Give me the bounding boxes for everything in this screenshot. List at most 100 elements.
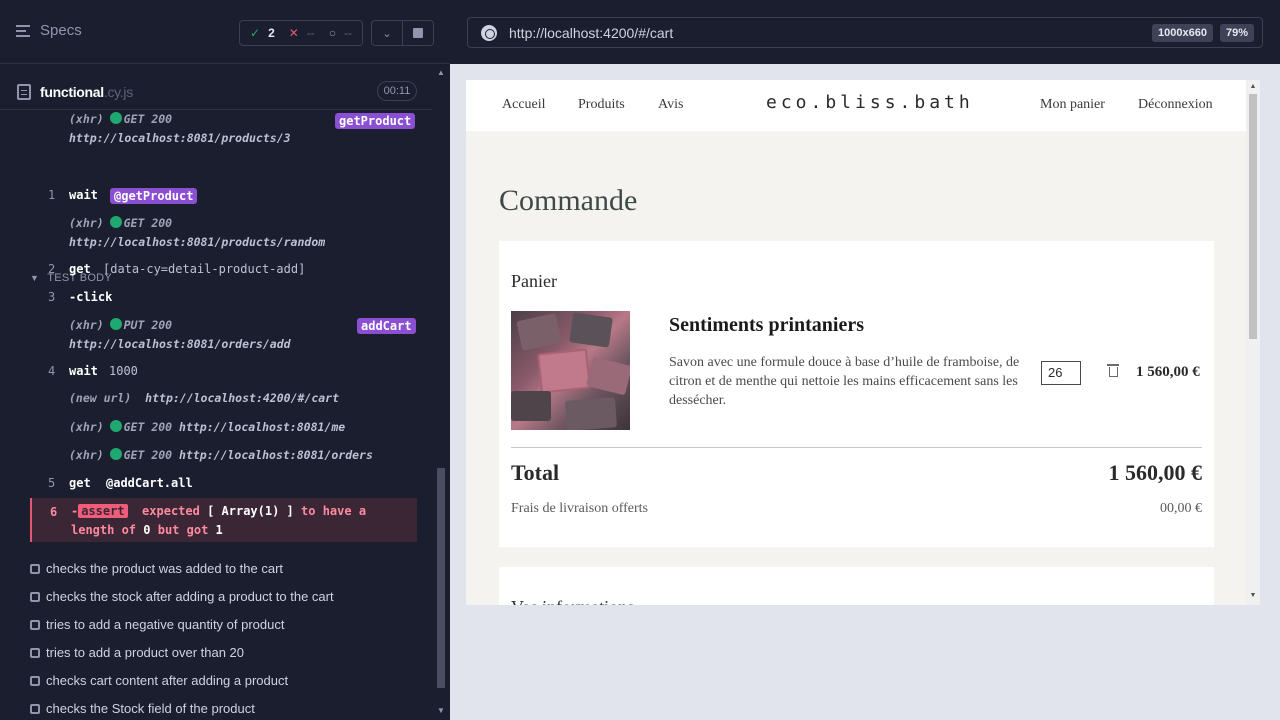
- specs-label: Specs: [40, 22, 82, 39]
- command-number: 3: [48, 290, 56, 304]
- status-dot: [109, 318, 122, 330]
- scrollbar-thumb[interactable]: [1249, 94, 1257, 339]
- test-title: checks the product was added to the cart: [46, 561, 284, 576]
- spinner-icon: ○: [328, 26, 337, 40]
- file-icon: [17, 84, 31, 100]
- stop-icon: [413, 28, 423, 38]
- pending-test-icon: [30, 703, 40, 714]
- status-dot: [109, 112, 122, 124]
- command-name: -click: [69, 290, 113, 304]
- pending-test-icon: [30, 563, 40, 574]
- nav-link-reviews[interactable]: Avis: [658, 97, 683, 113]
- app-preview: http://localhost:4200/#/cart 1000x660 79…: [450, 0, 1280, 720]
- spec-file-name: functional.cy.js: [40, 84, 133, 100]
- nav-link-home[interactable]: Accueil: [502, 97, 546, 113]
- zoom-badge: 79%: [1220, 24, 1255, 42]
- test-item[interactable]: checks cart content after adding a produ…: [30, 673, 288, 688]
- info-card-title: Vos informations: [511, 597, 634, 605]
- alias-badge: @getProduct: [110, 188, 198, 204]
- command-number: 6: [50, 505, 58, 519]
- product-name[interactable]: Sentiments printaniers: [669, 314, 864, 337]
- command-name: wait: [69, 188, 98, 202]
- shipping-label: Frais de livraison offerts: [511, 501, 648, 516]
- command-number: 4: [48, 364, 56, 378]
- check-icon: ✓: [250, 26, 261, 40]
- test-title: tries to add a product over than 20: [46, 645, 245, 660]
- test-title: tries to add a negative quantity of prod…: [46, 617, 285, 632]
- line-price: 1 560,00 €: [1136, 364, 1200, 380]
- test-title: checks the Stock field of the product: [46, 701, 255, 716]
- preview-url: http://localhost:4200/#/cart: [509, 25, 674, 41]
- nav-link-products[interactable]: Produits: [578, 97, 625, 113]
- command-message: @addCart.all: [106, 476, 193, 490]
- divider: [511, 447, 1202, 448]
- quantity-input[interactable]: 26: [1041, 361, 1081, 385]
- pending-count: --: [344, 26, 353, 40]
- cart-title: Panier: [511, 271, 557, 291]
- product-description: Savon avec une formule douce à base d’hu…: [669, 355, 1020, 408]
- total-label: Total: [511, 460, 560, 485]
- scrollbar-thumb[interactable]: [437, 468, 445, 688]
- toggle-auto-scroll-button[interactable]: ⌄: [371, 20, 403, 46]
- pending-test-icon: [30, 675, 40, 686]
- command-number: 2: [48, 262, 56, 276]
- site-logo[interactable]: eco.bliss.bath: [766, 92, 974, 113]
- test-item[interactable]: tries to add a product over than 20: [30, 645, 244, 660]
- nav-link-logout[interactable]: Déconnexion: [1138, 97, 1213, 113]
- command-number: 5: [48, 476, 56, 490]
- failed-count: --: [306, 26, 315, 40]
- scroll-up-icon[interactable]: ▲: [1246, 83, 1260, 90]
- command-message: 1000: [109, 364, 138, 378]
- url-bar[interactable]: http://localhost:4200/#/cart 1000x660 79…: [467, 17, 1263, 48]
- test-title: checks the stock after adding a product …: [46, 589, 334, 604]
- command-number: 1: [48, 188, 56, 202]
- failed-assertion[interactable]: 6 - assert expected [ Array(1) ] to have …: [30, 498, 417, 542]
- scroll-down-icon[interactable]: ▼: [436, 706, 446, 715]
- product-image[interactable]: [511, 311, 630, 430]
- test-item[interactable]: checks the product was added to the cart: [30, 561, 283, 576]
- spec-file-row[interactable]: functional.cy.js: [0, 74, 432, 110]
- run-duration: 00:11: [377, 81, 417, 101]
- test-item[interactable]: checks the stock after adding a product …: [30, 589, 334, 604]
- reporter-header: Specs ✓ 2 ✕ -- ○ -- ⌄: [0, 0, 450, 64]
- test-title: checks cart content after adding a produ…: [46, 673, 289, 688]
- status-dot: [109, 216, 122, 228]
- command-message: [data-cy=detail-product-add]: [103, 262, 306, 276]
- viewport-size-badge: 1000x660: [1152, 24, 1213, 42]
- total-value: 1 560,00 €: [1108, 460, 1203, 485]
- preview-header: http://localhost:4200/#/cart 1000x660 79…: [450, 0, 1280, 64]
- scroll-down-icon[interactable]: ▼: [1246, 592, 1260, 599]
- chevron-down-icon: ⌄: [382, 27, 392, 40]
- command-name: get: [69, 262, 91, 276]
- pending-test-icon: [30, 619, 40, 630]
- assertion-message: - assert expected [ Array(1) ] to have a …: [71, 504, 367, 537]
- menu-icon: [16, 24, 30, 37]
- test-stats: ✓ 2 ✕ -- ○ --: [239, 20, 363, 46]
- passed-count: 2: [268, 26, 275, 40]
- chevron-down-icon: ▼: [30, 273, 40, 283]
- reporter-panel: Specs ✓ 2 ✕ -- ○ -- ⌄ functional.cy.js 0…: [0, 0, 450, 720]
- pending-test-icon: [30, 647, 40, 658]
- x-icon: ✕: [288, 26, 299, 40]
- status-dot: [109, 448, 122, 460]
- page-title: Commande: [499, 184, 638, 217]
- app-scrollbar[interactable]: ▲ ▼: [1246, 80, 1260, 605]
- site-nav: Accueil Produits Avis eco.bliss.bath Mon…: [466, 80, 1246, 131]
- stop-button[interactable]: [402, 20, 434, 46]
- status-dot: [109, 420, 122, 432]
- info-card: Vos informations: [499, 567, 1214, 605]
- trash-icon[interactable]: [1107, 364, 1119, 377]
- globe-icon: [481, 25, 497, 41]
- command-name: wait: [69, 364, 98, 378]
- alias-badge: getProduct: [335, 113, 416, 129]
- specs-button[interactable]: Specs: [16, 22, 82, 39]
- test-item[interactable]: tries to add a negative quantity of prod…: [30, 617, 285, 632]
- shipping-value: 00,00 €: [1160, 501, 1202, 516]
- application-frame: Accueil Produits Avis eco.bliss.bath Mon…: [466, 80, 1260, 605]
- test-item[interactable]: checks the Stock field of the product: [30, 701, 255, 716]
- command-name: get: [69, 476, 91, 490]
- scroll-up-icon[interactable]: ▲: [436, 68, 446, 77]
- cart-card: Panier Sentiments printaniers Savon avec…: [499, 241, 1214, 547]
- nav-link-cart[interactable]: Mon panier: [1040, 97, 1105, 113]
- alias-badge: addCart: [357, 318, 416, 334]
